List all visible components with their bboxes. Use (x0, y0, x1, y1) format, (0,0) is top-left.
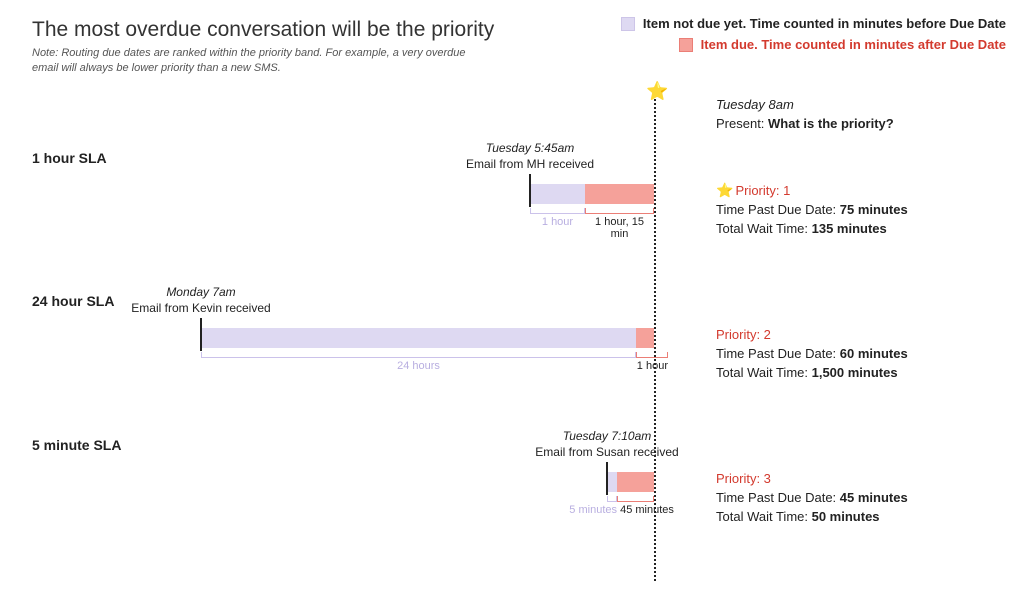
page-note: Note: Routing due dates are ranked withi… (32, 46, 492, 76)
priority-3-past-value: 45 minutes (840, 490, 908, 505)
priority-2-wait-label: Total Wait Time: (716, 365, 812, 380)
event-2-time: Monday 7am (116, 284, 286, 300)
dim-2-sla: 24 hours (201, 352, 636, 364)
priority-1-past-value: 75 minutes (840, 202, 908, 217)
event-1-text: Email from MH received (445, 156, 615, 172)
bar-2-not-due (201, 328, 636, 348)
priority-box-1: ⭐Priority: 1 Time Past Due Date: 75 minu… (716, 180, 908, 239)
dim-3-sla: 5 minutes (560, 496, 617, 508)
bar-3-start-tick (606, 469, 608, 495)
dim-2-overdue: 1 hour (628, 352, 668, 364)
dim-2-sla-label: 24 hours (397, 360, 440, 372)
legend-swatch-not-due (621, 17, 635, 31)
star-icon: ⭐ (716, 182, 733, 198)
bar-3-not-due (607, 472, 617, 492)
event-3-text: Email from Susan received (512, 444, 702, 460)
now-label: Tuesday 8am Present: What is the priorit… (716, 96, 894, 134)
page-title: The most overdue conversation will be th… (32, 18, 494, 42)
priority-1-wait-value: 135 minutes (812, 221, 887, 236)
priority-2-rank: Priority: 2 (716, 326, 908, 345)
sla-label-3: 5 minute SLA (32, 437, 121, 453)
sla-label-1: 1 hour SLA (32, 150, 107, 166)
priority-box-3: Priority: 3 Time Past Due Date: 45 minut… (716, 470, 908, 527)
bar-row-1 (530, 184, 695, 204)
bar-3-due (617, 472, 654, 492)
dim-3-overdue-label: 45 minutes (620, 504, 674, 516)
priority-3-rank: Priority: 3 (716, 470, 908, 489)
priority-box-2: Priority: 2 Time Past Due Date: 60 minut… (716, 326, 908, 383)
bar-row-2 (201, 328, 661, 348)
legend-label-due: Item due. Time counted in minutes after … (701, 37, 1006, 52)
event-1-time: Tuesday 5:45am (445, 140, 615, 156)
sla-label-2: 24 hour SLA (32, 293, 114, 309)
priority-3-wait-label: Total Wait Time: (716, 509, 812, 524)
bar-1-not-due (530, 184, 585, 204)
dim-3-overdue: 45 minutes (617, 496, 677, 508)
star-icon: ⭐ (646, 82, 668, 100)
now-question: What is the priority? (768, 116, 894, 131)
dim-1-overdue-label: 1 hour, 15 min (585, 216, 654, 240)
event-2-text: Email from Kevin received (116, 300, 286, 316)
dim-1-sla: 1 hour (530, 208, 585, 220)
priority-3-past-label: Time Past Due Date: (716, 490, 840, 505)
priority-2-wait-value: 1,500 minutes (812, 365, 898, 380)
dim-1-sla-label: 1 hour (542, 216, 573, 228)
legend: Item not due yet. Time counted in minute… (621, 16, 1006, 58)
priority-1-wait-label: Total Wait Time: (716, 221, 812, 236)
now-present-prefix: Present: (716, 116, 768, 131)
bar-1-due (585, 184, 654, 204)
priority-2-past-value: 60 minutes (840, 346, 908, 361)
bar-2-start-tick (200, 325, 202, 351)
bar-row-3 (607, 472, 667, 492)
priority-1-rank: Priority: 1 (735, 183, 790, 198)
bar-2-due (636, 328, 654, 348)
priority-3-wait-value: 50 minutes (812, 509, 880, 524)
dim-3-sla-label: 5 minutes (569, 504, 617, 516)
priority-2-past-label: Time Past Due Date: (716, 346, 840, 361)
priority-1-past-label: Time Past Due Date: (716, 202, 840, 217)
legend-swatch-due (679, 38, 693, 52)
legend-label-not-due: Item not due yet. Time counted in minute… (643, 16, 1006, 31)
dim-1-overdue: 1 hour, 15 min (585, 208, 654, 232)
now-time: Tuesday 8am (716, 96, 894, 115)
event-3-time: Tuesday 7:10am (512, 428, 702, 444)
dim-2-overdue-label: 1 hour (637, 360, 668, 372)
bar-1-start-tick (529, 181, 531, 207)
